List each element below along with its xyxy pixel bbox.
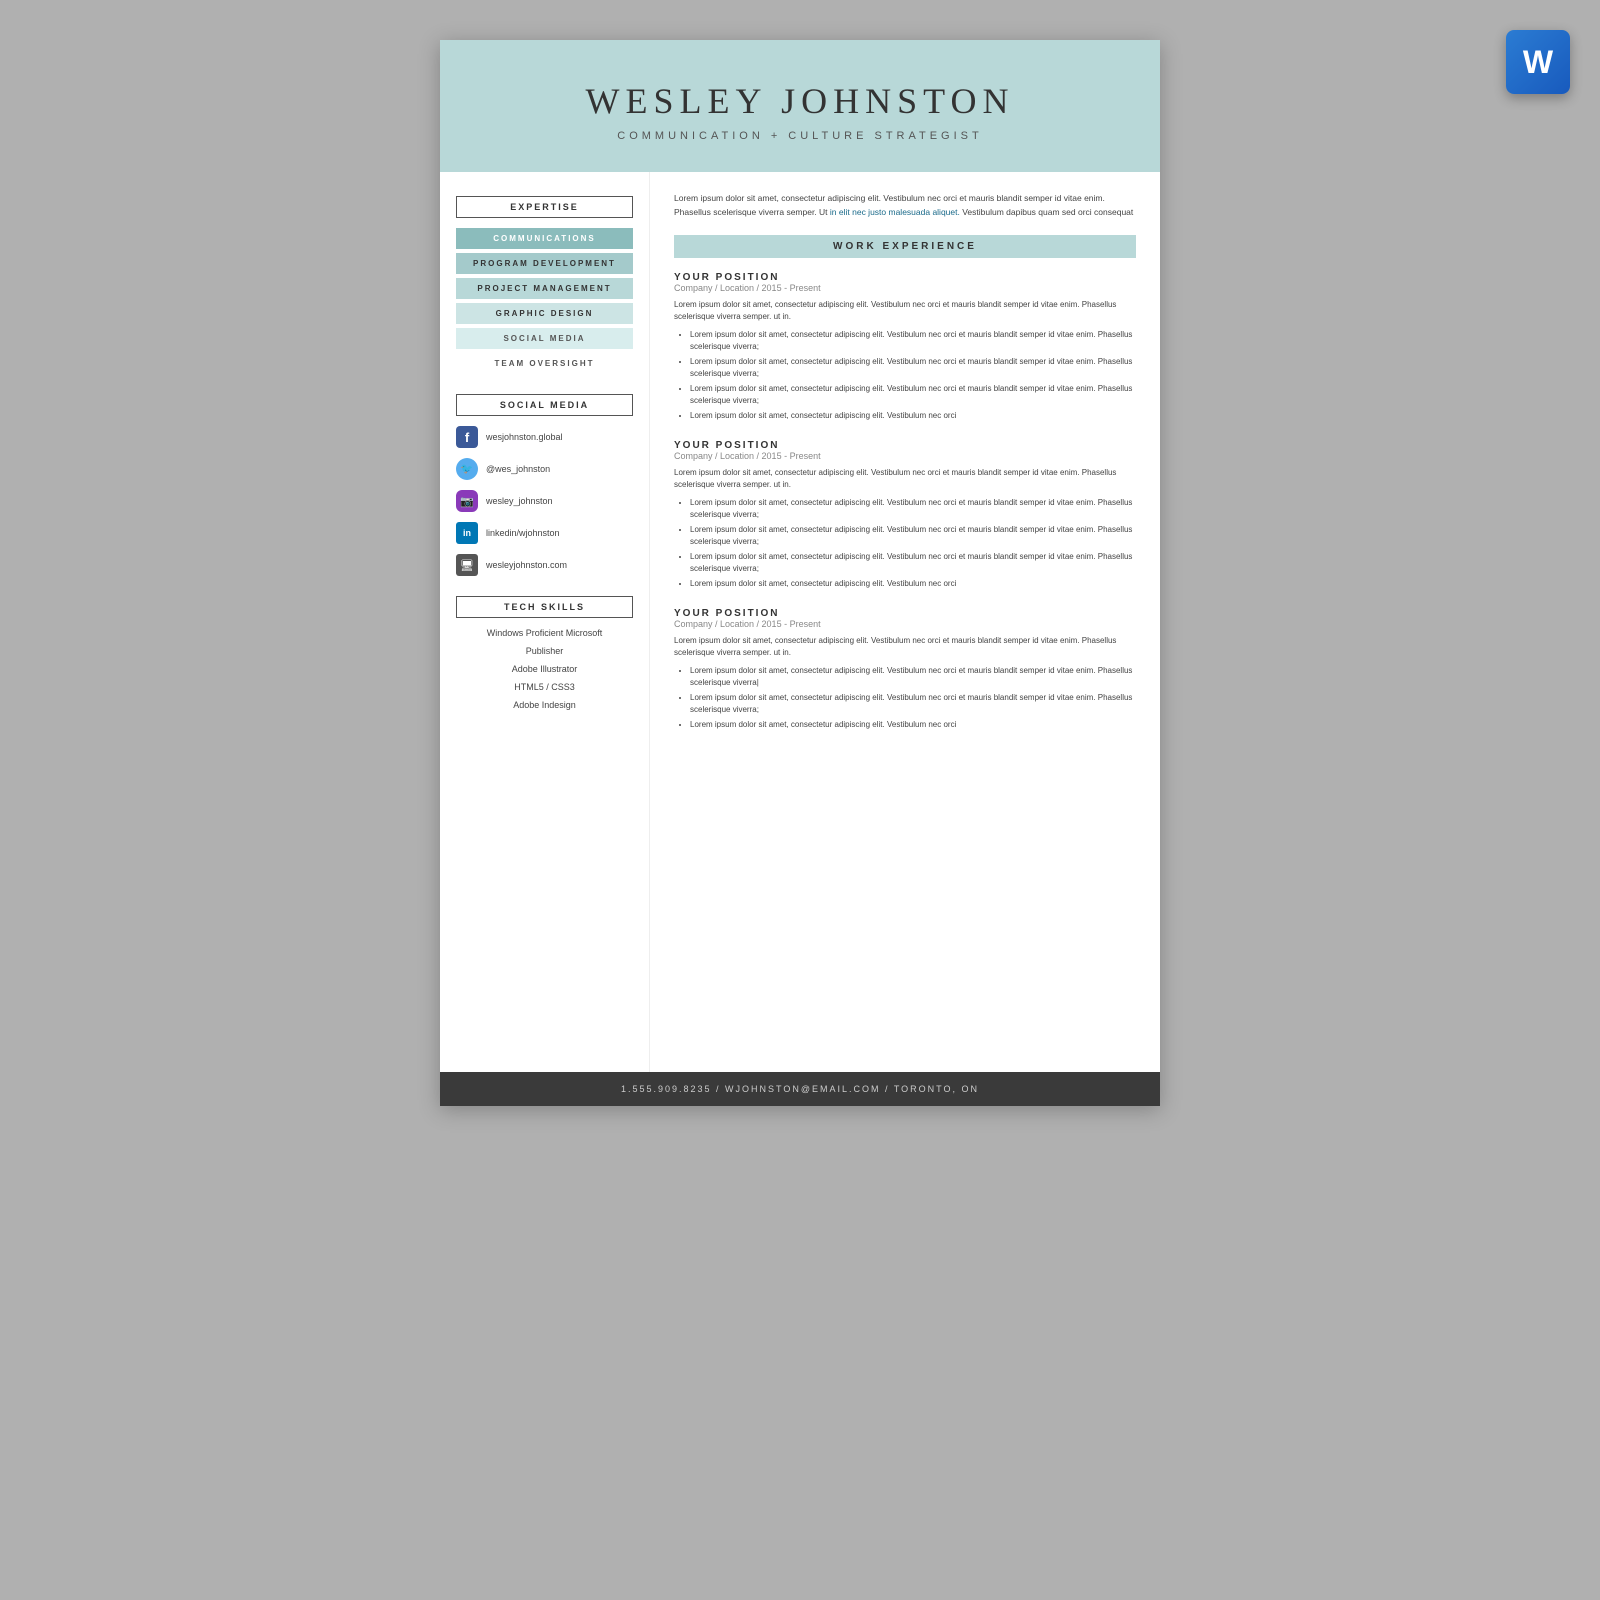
resume-footer: 1.555.909.8235 / WJOHNSTON@EMAIL.COM / T… [440,1072,1160,1106]
intro-highlight: in elit nec justo malesuada aliquet. [830,207,960,217]
job-entry-1: YOUR POSITION Company / Location / 2015 … [674,272,1136,422]
social-instagram: 📷 wesley_johnston [456,490,633,512]
social-twitter: 🐦 @wes_johnston [456,458,633,480]
job-title-3: YOUR POSITION [674,608,1136,619]
bullet-2-1: Lorem ipsum dolor sit amet, consectetur … [690,497,1136,521]
tech-skills-label: TECH SKILLS [456,596,633,618]
bullet-2-3: Lorem ipsum dolor sit amet, consectetur … [690,551,1136,575]
linkedin-handle: linkedin/wjohnston [486,528,560,538]
job-entry-3: YOUR POSITION Company / Location / 2015 … [674,608,1136,731]
twitter-icon: 🐦 [456,458,478,480]
candidate-title: COMMUNICATION + CULTURE STRATEGIST [470,130,1130,142]
job-meta-3: Company / Location / 2015 - Present [674,619,1136,629]
tech-skill-illustrator: Adobe Illustrator [456,664,633,674]
resume-header: WESLEY JOHNSTON COMMUNICATION + CULTURE … [440,40,1160,172]
website-url: wesleyjohnston.com [486,560,567,570]
tech-skill-publisher: Publisher [456,646,633,656]
expertise-item-graphic: GRAPHIC DESIGN [456,303,633,324]
instagram-icon: 📷 [456,490,478,512]
job-bullets-1: Lorem ipsum dolor sit amet, consectetur … [674,329,1136,422]
job-entry-2: YOUR POSITION Company / Location / 2015 … [674,440,1136,590]
job-meta-2: Company / Location / 2015 - Present [674,451,1136,461]
website-icon: 🖥 [456,554,478,576]
facebook-icon: f [456,426,478,448]
bullet-1-1: Lorem ipsum dolor sit amet, consectetur … [690,329,1136,353]
tech-skill-html: HTML5 / CSS3 [456,682,633,692]
bullet-3-3: Lorem ipsum dolor sit amet, consectetur … [690,719,1136,731]
expertise-item-program: PROGRAM DEVELOPMENT [456,253,633,274]
bullet-2-2: Lorem ipsum dolor sit amet, consectetur … [690,524,1136,548]
left-column: EXPERTISE COMMUNICATIONS PROGRAM DEVELOP… [440,172,650,1072]
bullet-1-2: Lorem ipsum dolor sit amet, consectetur … [690,356,1136,380]
social-website: 🖥 wesleyjohnston.com [456,554,633,576]
twitter-handle: @wes_johnston [486,464,550,474]
linkedin-icon: in [456,522,478,544]
job-desc-2: Lorem ipsum dolor sit amet, consectetur … [674,467,1136,491]
expertise-label: EXPERTISE [456,196,633,218]
work-experience-header: WORK EXPERIENCE [674,235,1136,258]
expertise-item-social: SOCIAL MEDIA [456,328,633,349]
bullet-3-1: Lorem ipsum dolor sit amet, consectetur … [690,665,1136,689]
job-desc-3: Lorem ipsum dolor sit amet, consectetur … [674,635,1136,659]
expertise-section: EXPERTISE COMMUNICATIONS PROGRAM DEVELOP… [456,196,633,374]
expertise-item-team: TEAM OVERSIGHT [456,353,633,374]
facebook-handle: wesjohnston.global [486,432,563,442]
word-icon: W [1506,30,1570,94]
tech-skill-indesign: Adobe Indesign [456,700,633,710]
instagram-handle: wesley_johnston [486,496,553,506]
right-column: Lorem ipsum dolor sit amet, consectetur … [650,172,1160,1072]
job-title-1: YOUR POSITION [674,272,1136,283]
social-facebook: f wesjohnston.global [456,426,633,448]
expertise-item-communications: COMMUNICATIONS [456,228,633,249]
intro-text: Lorem ipsum dolor sit amet, consectetur … [674,192,1136,219]
candidate-name: WESLEY JOHNSTON [470,80,1130,122]
tech-skills-section: TECH SKILLS Windows Proficient Microsoft… [456,596,633,710]
job-title-2: YOUR POSITION [674,440,1136,451]
bullet-1-3: Lorem ipsum dolor sit amet, consectetur … [690,383,1136,407]
resume-paper: WESLEY JOHNSTON COMMUNICATION + CULTURE … [440,40,1160,1106]
expertise-item-project: PROJECT MANAGEMENT [456,278,633,299]
tech-skill-windows: Windows Proficient Microsoft [456,628,633,638]
bullet-2-4: Lorem ipsum dolor sit amet, consectetur … [690,578,1136,590]
job-desc-1: Lorem ipsum dolor sit amet, consectetur … [674,299,1136,323]
footer-contact: 1.555.909.8235 / WJOHNSTON@EMAIL.COM / T… [621,1084,979,1094]
bullet-3-2: Lorem ipsum dolor sit amet, consectetur … [690,692,1136,716]
bullet-1-4: Lorem ipsum dolor sit amet, consectetur … [690,410,1136,422]
job-bullets-3: Lorem ipsum dolor sit amet, consectetur … [674,665,1136,731]
job-bullets-2: Lorem ipsum dolor sit amet, consectetur … [674,497,1136,590]
social-linkedin: in linkedin/wjohnston [456,522,633,544]
social-label: SOCIAL MEDIA [456,394,633,416]
resume-body: EXPERTISE COMMUNICATIONS PROGRAM DEVELOP… [440,172,1160,1072]
social-section: SOCIAL MEDIA f wesjohnston.global 🐦 @wes… [456,394,633,576]
job-meta-1: Company / Location / 2015 - Present [674,283,1136,293]
